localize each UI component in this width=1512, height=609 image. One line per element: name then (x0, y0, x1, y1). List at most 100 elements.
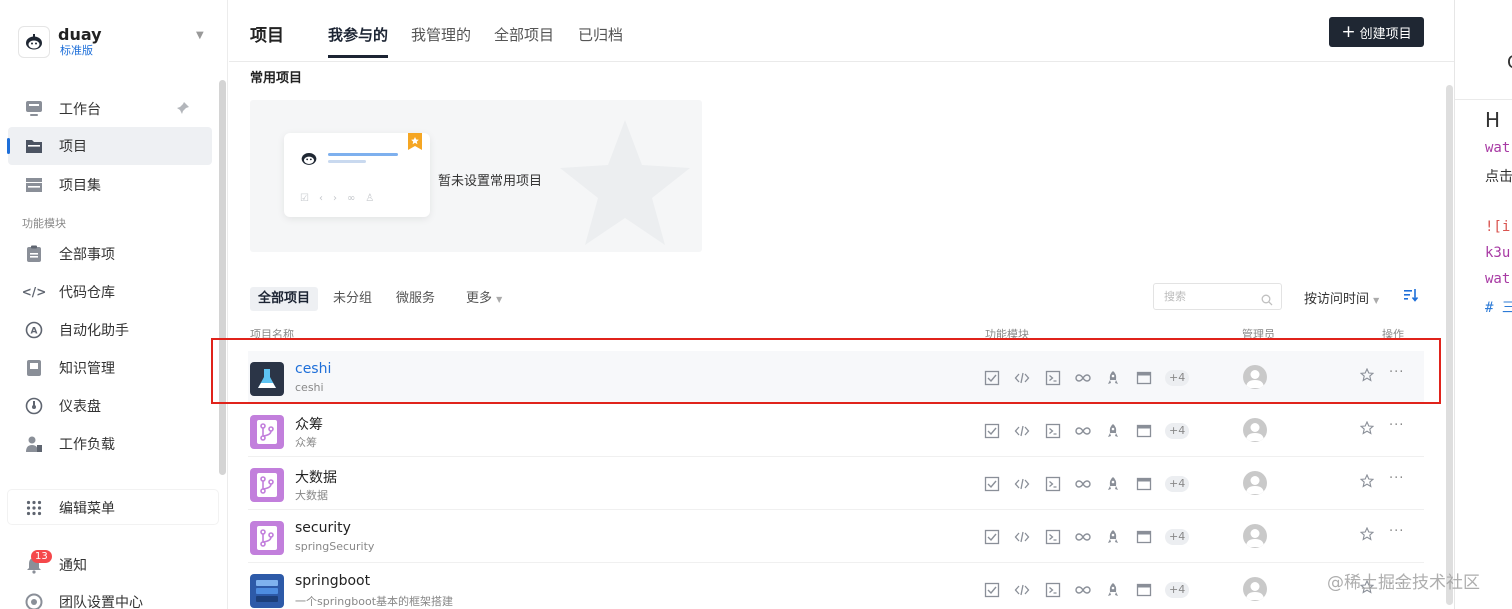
tab-participated[interactable]: 我参与的 (328, 24, 389, 58)
sidebar-scrollbar[interactable] (219, 80, 226, 475)
pipeline-icon[interactable] (1075, 370, 1091, 386)
more-modules-badge[interactable]: +4 (1165, 370, 1190, 386)
sidebar-item-automation[interactable]: A 自动化助手 (8, 311, 212, 349)
sidebar-item-all-issues[interactable]: 全部事项 (8, 235, 212, 273)
more-modules-badge[interactable]: +4 (1165, 423, 1190, 439)
main-scrollbar[interactable] (1446, 85, 1453, 605)
more-modules-badge[interactable]: +4 (1165, 582, 1190, 598)
tab-all-projects[interactable]: 全部项目 (494, 24, 554, 45)
project-name[interactable]: springboot (295, 573, 370, 589)
checkbox-icon[interactable] (984, 423, 1000, 439)
edit-menu-button[interactable]: 编辑菜单 (8, 489, 212, 527)
sidebar-item-label: 项目集 (59, 178, 101, 194)
code-icon[interactable] (1014, 370, 1030, 386)
more-actions-icon[interactable]: ··· (1389, 471, 1404, 486)
deploy-icon[interactable] (1105, 476, 1121, 492)
window-icon[interactable] (1136, 423, 1152, 439)
branch-icon (250, 468, 284, 502)
deploy-icon[interactable] (1105, 529, 1121, 545)
terminal-icon[interactable] (1045, 423, 1061, 439)
table-row[interactable]: ceshi ceshi +4 ··· (248, 351, 1424, 404)
filter-all-projects[interactable]: 全部项目 (250, 287, 319, 311)
workspace-edition: 标准版 (60, 44, 93, 57)
code-icon[interactable] (1014, 529, 1030, 545)
project-name[interactable]: 大数据 (295, 467, 337, 487)
avatar[interactable] (1243, 418, 1267, 442)
table-row[interactable]: 大数据 大数据 +4 ··· (248, 457, 1424, 510)
editor-line: # 三 (1485, 300, 1512, 316)
window-icon[interactable] (1136, 370, 1152, 386)
pipeline-icon[interactable] (1075, 582, 1091, 598)
sort-dropdown[interactable]: 按访问时间 ▼ (1304, 288, 1379, 307)
sort-label: 按访问时间 (1304, 292, 1370, 307)
sidebar-item-workbench[interactable]: 工作台 (8, 90, 212, 128)
pin-icon[interactable] (176, 101, 190, 119)
checkbox-icon[interactable] (984, 370, 1000, 386)
column-project-name: 项目名称 (250, 328, 294, 341)
more-actions-icon[interactable]: ··· (1389, 365, 1404, 380)
sidebar-item-label: 工作负载 (59, 437, 115, 453)
sidebar-item-team-settings[interactable]: 团队设置中心 (8, 583, 212, 609)
project-description: 大数据 (295, 489, 328, 502)
avatar[interactable] (1243, 471, 1267, 495)
favorites-empty-text: 暂未设置常用项目 (438, 174, 543, 189)
star-icon[interactable] (1359, 473, 1375, 492)
project-name[interactable]: 众筹 (295, 414, 323, 434)
window-icon[interactable] (1136, 529, 1152, 545)
star-icon[interactable] (1359, 367, 1375, 386)
more-actions-icon[interactable]: ··· (1389, 524, 1404, 539)
more-modules-badge[interactable]: +4 (1165, 529, 1190, 545)
more-modules-badge[interactable]: +4 (1165, 476, 1190, 492)
sidebar-item-project-sets[interactable]: 项目集 (8, 166, 212, 204)
tab-archived[interactable]: 已归档 (578, 24, 623, 45)
sidebar-item-projects[interactable]: 项目 (7, 127, 212, 165)
window-icon[interactable] (1136, 476, 1152, 492)
table-row[interactable]: security springSecurity +4 ··· (248, 510, 1424, 563)
project-name[interactable]: security (295, 520, 351, 536)
editor-heading-button[interactable]: H (1485, 108, 1500, 132)
filter-more[interactable]: 更多 ▼ (466, 287, 502, 311)
avatar[interactable] (1243, 365, 1267, 389)
deploy-icon[interactable] (1105, 370, 1121, 386)
terminal-icon[interactable] (1045, 370, 1061, 386)
sidebar-item-workload[interactable]: 工作负载 (8, 425, 212, 463)
checkbox-icon[interactable] (984, 476, 1000, 492)
more-actions-icon[interactable]: ··· (1389, 418, 1404, 433)
pipeline-icon[interactable] (1075, 423, 1091, 439)
sidebar-item-code-repo[interactable]: </> 代码仓库 (8, 273, 212, 311)
deploy-icon[interactable] (1105, 582, 1121, 598)
sidebar-item-dashboard[interactable]: 仪表盘 (8, 387, 212, 425)
pipeline-icon[interactable] (1075, 476, 1091, 492)
chevron-down-icon[interactable]: ▼ (196, 30, 204, 41)
search-input[interactable]: 搜索 (1153, 283, 1282, 310)
filter-ungrouped[interactable]: 未分组 (333, 287, 372, 311)
sidebar-item-knowledge[interactable]: 知识管理 (8, 349, 212, 387)
sidebar-item-label: 工作台 (59, 102, 101, 118)
avatar[interactable] (1243, 577, 1267, 601)
tab-managed[interactable]: 我管理的 (411, 24, 471, 45)
avatar[interactable] (1243, 524, 1267, 548)
code-icon[interactable] (1014, 476, 1030, 492)
star-icon[interactable] (1359, 420, 1375, 439)
terminal-icon[interactable] (1045, 582, 1061, 598)
table-row[interactable]: springboot 一个springboot基本的框架搭建 +4 ··· (248, 563, 1424, 609)
code-icon[interactable] (1014, 423, 1030, 439)
create-project-button[interactable]: + 创建项目 (1329, 17, 1424, 47)
terminal-icon[interactable] (1045, 476, 1061, 492)
project-name[interactable]: ceshi (295, 361, 331, 377)
table-row[interactable]: 众筹 众筹 +4 ··· (248, 404, 1424, 457)
project-description: 众筹 (295, 436, 317, 449)
terminal-icon[interactable] (1045, 529, 1061, 545)
code-icon[interactable] (1014, 582, 1030, 598)
star-icon[interactable] (1359, 526, 1375, 545)
sort-order-icon[interactable] (1403, 287, 1419, 307)
branch-icon (250, 521, 284, 555)
window-icon[interactable] (1136, 582, 1152, 598)
filter-microservices[interactable]: 微服务 (396, 287, 435, 311)
deploy-icon[interactable] (1105, 423, 1121, 439)
checkbox-icon[interactable] (984, 529, 1000, 545)
plus-icon: + (1341, 21, 1356, 42)
pipeline-icon[interactable] (1075, 529, 1091, 545)
checkbox-icon[interactable] (984, 582, 1000, 598)
workspace-switcher[interactable]: duay 标准版 (18, 26, 102, 58)
